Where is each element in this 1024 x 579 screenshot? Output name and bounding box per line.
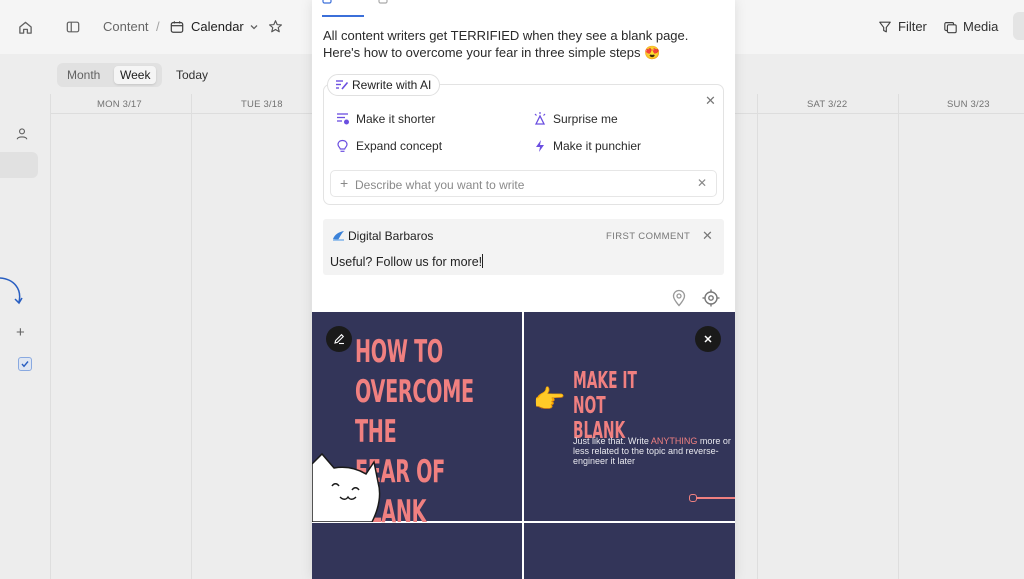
close-icon — [704, 335, 712, 343]
shorten-icon — [337, 113, 349, 125]
make-it-punchier-option[interactable]: Make it punchier — [553, 139, 641, 153]
pointing-hand-emoji: 👉 — [533, 384, 566, 414]
edit-media-button[interactable] — [326, 326, 352, 352]
slide-2-body: Just like that. Write ANYTHING more or l… — [573, 436, 731, 466]
ai-pen-icon — [336, 80, 349, 90]
account-logo-icon — [333, 231, 344, 241]
ai-prompt-placeholder: Describe what you want to write — [355, 178, 525, 192]
surprise-icon — [534, 112, 546, 125]
plus-icon: + — [340, 175, 349, 191]
first-comment-input[interactable]: Useful? Follow us for more! — [330, 254, 484, 269]
lightning-icon — [536, 140, 544, 152]
close-ai-icon[interactable]: ✕ — [705, 93, 716, 109]
clear-prompt-icon[interactable]: ✕ — [697, 176, 707, 190]
make-it-shorter-option[interactable]: Make it shorter — [356, 112, 435, 126]
active-tab-indicator — [322, 15, 364, 17]
account-name: Digital Barbaros — [348, 229, 434, 243]
slide-4[interactable] — [524, 523, 735, 579]
cat-illustration — [312, 452, 381, 522]
media-carousel: HOW TO OVERCOME THE FEAR OF BLANK PAGE 👉… — [312, 312, 735, 579]
first-comment-text: Useful? Follow us for more! — [330, 255, 483, 269]
slide-2[interactable]: 👉 MAKE IT NOT BLANK Just like that. Writ… — [524, 312, 735, 521]
rewrite-with-ai-label: Rewrite with AI — [352, 78, 432, 92]
rewrite-with-ai-chip[interactable]: Rewrite with AI — [327, 74, 441, 96]
post-composer: All content writers get TERRIFIED when t… — [312, 0, 735, 579]
target-icon[interactable] — [702, 289, 720, 307]
text-caret — [482, 254, 484, 268]
post-caption[interactable]: All content writers get TERRIFIED when t… — [323, 27, 728, 61]
slide-2-title: MAKE IT NOT BLANK — [573, 368, 637, 444]
slide-3[interactable] — [312, 523, 522, 579]
remove-comment-icon[interactable]: ✕ — [702, 228, 713, 244]
decorative-line — [689, 494, 735, 502]
slide-1[interactable]: HOW TO OVERCOME THE FEAR OF BLANK PAGE — [312, 312, 522, 570]
location-pin-icon[interactable] — [671, 289, 687, 307]
reels-tab-icon[interactable] — [378, 0, 388, 4]
ai-prompt-input[interactable]: + Describe what you want to write ✕ — [330, 170, 717, 197]
lightbulb-icon — [337, 139, 348, 152]
remove-media-button[interactable] — [695, 326, 721, 352]
post-tab-icon[interactable] — [322, 0, 332, 4]
surprise-me-option[interactable]: Surprise me — [553, 112, 618, 126]
expand-concept-option[interactable]: Expand concept — [356, 139, 442, 153]
first-comment-label: FIRST COMMENT — [606, 231, 691, 242]
pencil-icon — [334, 333, 345, 345]
